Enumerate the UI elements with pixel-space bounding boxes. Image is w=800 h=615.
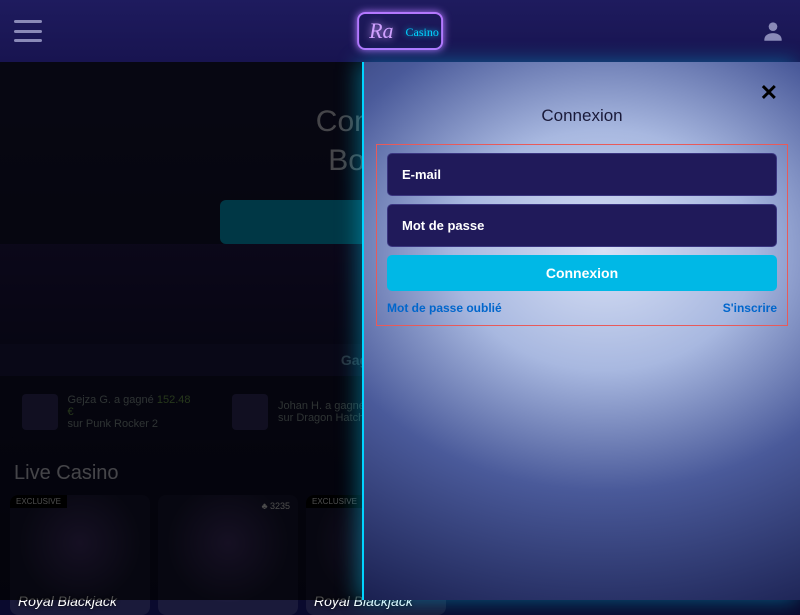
logo[interactable]: Ra Casino	[357, 12, 443, 50]
password-field[interactable]	[387, 204, 777, 247]
login-form: Connexion Mot de passe oublié S'inscrire	[376, 144, 788, 326]
menu-icon[interactable]	[14, 20, 42, 42]
panel-title: Connexion	[364, 106, 800, 126]
profile-icon[interactable]	[760, 18, 786, 44]
login-panel: ✕ Connexion Connexion Mot de passe oubli…	[362, 62, 800, 600]
logo-main: Ra	[369, 18, 393, 43]
login-button[interactable]: Connexion	[387, 255, 777, 291]
signup-link[interactable]: S'inscrire	[723, 301, 777, 315]
close-icon[interactable]: ✕	[760, 80, 778, 106]
logo-top: Casino	[406, 25, 439, 39]
forgot-password-link[interactable]: Mot de passe oublié	[387, 301, 502, 315]
header: Ra Casino	[0, 0, 800, 62]
email-field[interactable]	[387, 153, 777, 196]
